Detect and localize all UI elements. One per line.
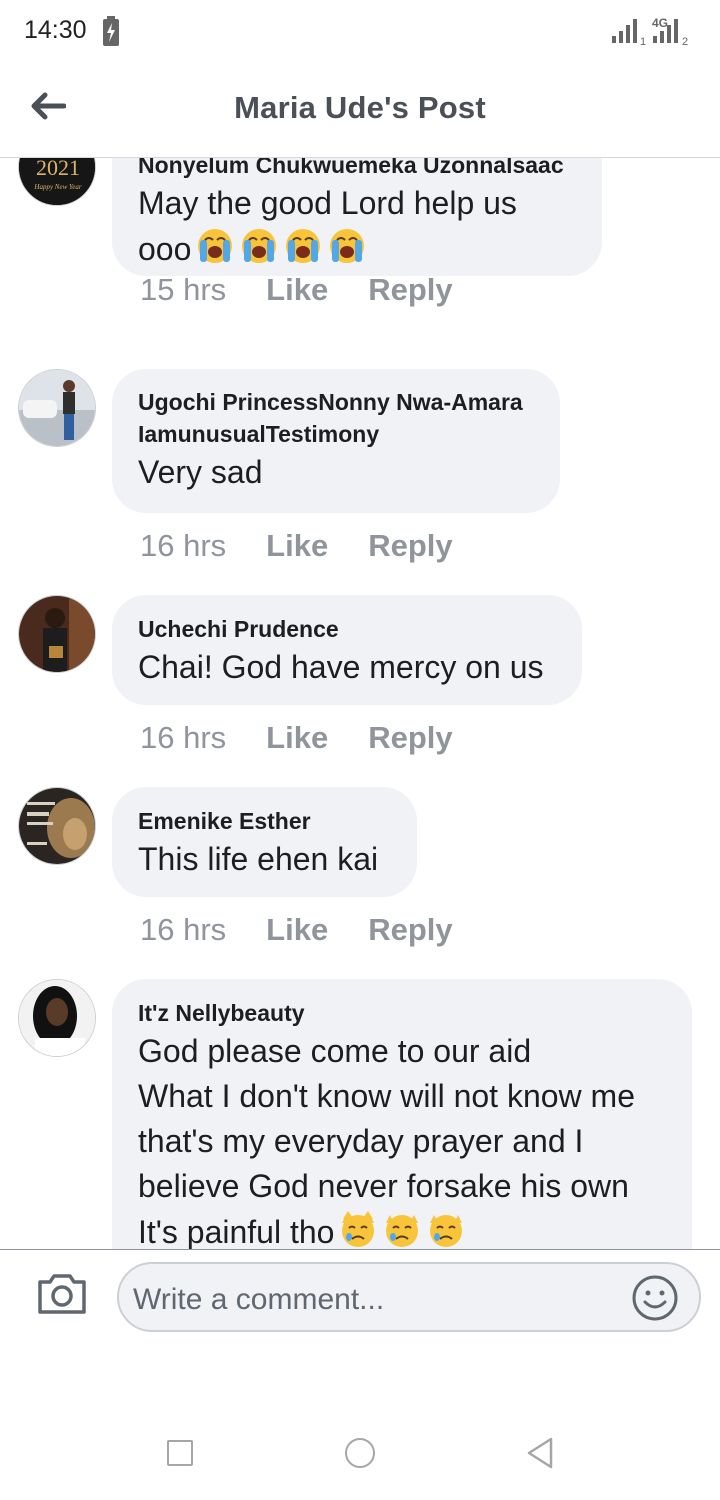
comment-author[interactable]: Nonyelum Chukwuemeka Uzonnalsaac (138, 158, 576, 181)
system-back-button[interactable] (525, 1436, 555, 1470)
comment-text: Very sad (138, 454, 263, 490)
comment-author-line: IamunusualTestimony (138, 421, 380, 447)
comment-timestamp[interactable]: 15 hrs (140, 272, 226, 308)
home-button[interactable] (345, 1438, 375, 1468)
loudly-crying-face-icon (242, 229, 277, 263)
comment-actions: 16 hrs Like Reply (140, 528, 453, 564)
comment-author-line: Ugochi PrincessNonny Nwa-Amara (138, 389, 523, 415)
comment-author[interactable]: Uchechi Prudence (138, 613, 556, 645)
comment-text: May the good Lord help us ooo (138, 181, 576, 272)
comment-author[interactable]: Emenike Esther (138, 805, 391, 837)
avatar[interactable]: 2021 Happy New Year (18, 158, 96, 206)
smiley-icon (632, 1275, 678, 1321)
loudly-crying-face-icon (330, 229, 365, 263)
comment-input-placeholder: Write a comment... (133, 1283, 385, 1316)
comment-text-line-with-emoji: It's painful tho (138, 1209, 666, 1250)
comment-text: Chai! God have mercy on us (138, 649, 544, 685)
avatar-greeting-text: Happy New Year (33, 183, 81, 191)
like-button[interactable]: Like (266, 720, 328, 756)
comment-timestamp[interactable]: 16 hrs (140, 528, 226, 564)
loudly-crying-face-icon (286, 229, 321, 263)
like-button[interactable]: Like (266, 272, 328, 308)
reply-button[interactable]: Reply (368, 272, 452, 308)
comment-text-line: It's painful tho (138, 1214, 335, 1250)
reply-button[interactable]: Reply (368, 528, 452, 564)
comment-text: God please come to our aid What I don't … (138, 1029, 666, 1250)
comment-text: This life ehen kai (138, 841, 379, 877)
comment-timestamp[interactable]: 16 hrs (140, 720, 226, 756)
like-button[interactable]: Like (266, 528, 328, 564)
comment-text-line: believe God never forsake his own (138, 1168, 629, 1204)
avatar-year-text: 2021 (36, 158, 80, 180)
avatar[interactable] (18, 979, 96, 1057)
comment-author[interactable]: Ugochi PrincessNonny Nwa-Amara Iamunusua… (138, 386, 534, 450)
comment-text-line: that's my everyday prayer and I (138, 1123, 584, 1159)
network-type-label: 4G (652, 16, 668, 30)
comment-author[interactable]: It'z Nellybeauty (138, 997, 666, 1029)
avatar[interactable] (18, 369, 96, 447)
loudly-crying-face-icon (198, 229, 233, 263)
comment-composer: Write a comment... (0, 1249, 720, 1339)
comment-input[interactable]: Write a comment... (117, 1262, 701, 1332)
camera-icon (38, 1274, 86, 1314)
system-navigation-bar (0, 1400, 720, 1500)
comment-bubble[interactable]: Nonyelum Chukwuemeka Uzonnalsaac May the… (112, 158, 602, 276)
status-bar: 14:30 1 4G 2 (0, 0, 720, 64)
comment-bubble[interactable]: Ugochi PrincessNonny Nwa-Amara Iamunusua… (112, 369, 560, 513)
page-title: Maria Ude's Post (234, 90, 486, 125)
status-time: 14:30 (24, 16, 87, 44)
comment-list[interactable]: 2021 Happy New Year Nonyelum Chukwuemeka… (0, 158, 720, 1250)
comment-text-line: What I don't know will not know me (138, 1078, 635, 1114)
sim1-label: 1 (640, 36, 646, 46)
signal-strength-icon: 1 4G 2 (612, 16, 702, 51)
comment-actions: 16 hrs Like Reply (140, 720, 453, 756)
comment-bubble[interactable]: Emenike Esther This life ehen kai (112, 787, 417, 897)
app-header: Maria Ude's Post (0, 64, 720, 158)
camera-button[interactable] (36, 1272, 88, 1316)
avatar[interactable] (18, 787, 96, 865)
comment-bubble[interactable]: Uchechi Prudence Chai! God have mercy on… (112, 595, 582, 705)
avatar[interactable] (18, 595, 96, 673)
comment-bubble[interactable]: It'z Nellybeauty God please come to our … (112, 979, 692, 1250)
crying-cat-icon (430, 1215, 463, 1247)
comment-text-line: God please come to our aid (138, 1033, 532, 1069)
battery-charging-icon (103, 16, 119, 51)
comment-actions: 15 hrs Like Reply (140, 272, 453, 308)
comment-text-line-with-emoji: ooo (138, 226, 576, 272)
crying-cat-icon (386, 1215, 419, 1247)
comment-text-line: ooo (138, 231, 192, 267)
comment-timestamp[interactable]: 16 hrs (140, 912, 226, 948)
emoji-picker-button[interactable] (631, 1274, 679, 1322)
like-button[interactable]: Like (266, 912, 328, 948)
reply-button[interactable]: Reply (368, 912, 452, 948)
sim2-label: 2 (682, 36, 688, 46)
comment-text-line: May the good Lord help us (138, 185, 517, 221)
reply-button[interactable]: Reply (368, 720, 452, 756)
recent-apps-button[interactable] (167, 1440, 193, 1466)
crying-cat-icon (342, 1211, 375, 1247)
comment-actions: 16 hrs Like Reply (140, 912, 453, 948)
